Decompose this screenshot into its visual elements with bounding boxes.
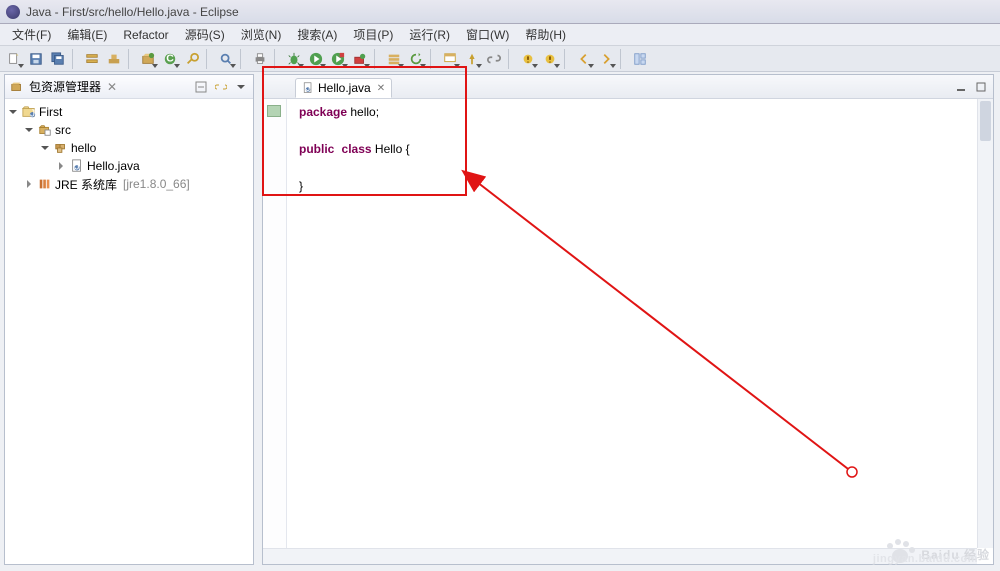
close-tab-icon[interactable]: ✕	[375, 83, 385, 94]
editor-tab-hello[interactable]: J Hello.java ✕	[295, 78, 392, 98]
menu-navigate[interactable]: 浏览(N)	[233, 24, 290, 45]
next-annotation-button[interactable]	[518, 49, 538, 69]
java-project-icon: J	[21, 104, 37, 120]
save-all-button[interactable]	[48, 49, 68, 69]
editor-gutter[interactable]	[263, 99, 287, 564]
svg-text:J: J	[74, 161, 79, 173]
menu-help[interactable]: 帮助(H)	[517, 24, 574, 45]
tree-jre-label: JRE 系统库	[55, 176, 117, 193]
new-package-button[interactable]	[138, 49, 158, 69]
menu-project[interactable]: 项目(P)	[345, 24, 401, 45]
package-icon	[53, 140, 69, 156]
tree-src-folder[interactable]: src	[7, 121, 251, 139]
window-title: Java - First/src/hello/Hello.java - Ecli…	[26, 5, 239, 19]
pin-editor-button[interactable]	[462, 49, 482, 69]
forward-button[interactable]	[596, 49, 616, 69]
toggle-breadcrumb-button[interactable]	[82, 49, 102, 69]
code-text: hello;	[347, 105, 379, 119]
new-wizard-button[interactable]	[4, 49, 24, 69]
build-button[interactable]	[104, 49, 124, 69]
open-type-button[interactable]	[182, 49, 202, 69]
search-button[interactable]	[216, 49, 236, 69]
code-keyword: class	[342, 142, 372, 156]
open-task-button[interactable]	[440, 49, 460, 69]
menu-file[interactable]: 文件(F)	[4, 24, 59, 45]
eclipse-icon	[6, 5, 20, 19]
source-folder-icon	[37, 122, 53, 138]
menubar: 文件(F) 编辑(E) Refactor 源码(S) 浏览(N) 搜索(A) 项…	[0, 24, 1000, 46]
menu-source[interactable]: 源码(S)	[177, 24, 233, 45]
print-button[interactable]	[250, 49, 270, 69]
code-keyword: package	[299, 105, 347, 119]
menu-refactor[interactable]: Refactor	[115, 26, 176, 44]
tree-src-label: src	[55, 123, 71, 137]
external-tools-button[interactable]	[350, 49, 370, 69]
run-last-button[interactable]	[328, 49, 348, 69]
menu-run[interactable]: 运行(R)	[401, 24, 458, 45]
editor-area: J Hello.java ✕ package hello; public cla…	[262, 74, 994, 565]
svg-text:C: C	[166, 52, 174, 64]
new-class-button[interactable]: C	[160, 49, 180, 69]
code-text: }	[299, 179, 303, 193]
package-explorer-view: 包资源管理器 ✕ J First src hello	[4, 74, 254, 565]
twisty-expanded-icon[interactable]	[7, 106, 19, 118]
svg-text:J: J	[306, 83, 311, 93]
link-with-editor-button[interactable]	[213, 79, 229, 95]
tree-package-label: hello	[71, 141, 96, 155]
tree-project-label: First	[39, 105, 62, 119]
debug-button[interactable]	[284, 49, 304, 69]
scrollbar-thumb[interactable]	[980, 101, 991, 141]
collapse-all-button[interactable]	[193, 79, 209, 95]
package-explorer-icon	[9, 79, 25, 95]
twisty-expanded-icon[interactable]	[39, 142, 51, 154]
new-server-button[interactable]	[384, 49, 404, 69]
tree-package[interactable]: hello	[7, 139, 251, 157]
perspective-button[interactable]	[630, 49, 650, 69]
minimize-editor-button[interactable]	[953, 79, 969, 95]
link-editor-button[interactable]	[484, 49, 504, 69]
menu-edit[interactable]: 编辑(E)	[59, 24, 115, 45]
java-file-icon: J	[302, 82, 314, 94]
package-explorer-title: 包资源管理器	[29, 78, 101, 95]
back-button[interactable]	[574, 49, 594, 69]
editor-tab-label: Hello.java	[318, 81, 371, 95]
tree-jre-version: [jre1.8.0_66]	[123, 177, 190, 191]
twisty-collapsed-icon[interactable]	[55, 160, 67, 172]
code-editor[interactable]: package hello; public class Hello { }	[291, 99, 977, 548]
tree-file-label: Hello.java	[87, 159, 140, 173]
code-text: Hello {	[372, 142, 410, 156]
main-toolbar: C	[0, 46, 1000, 72]
library-icon	[37, 176, 53, 192]
twisty-expanded-icon[interactable]	[23, 124, 35, 136]
vertical-scrollbar[interactable]	[977, 99, 993, 548]
close-view-icon[interactable]: ✕	[107, 80, 117, 94]
package-explorer-header: 包资源管理器 ✕	[5, 75, 253, 99]
horizontal-scrollbar[interactable]	[263, 548, 977, 564]
view-menu-button[interactable]	[233, 79, 249, 95]
save-button[interactable]	[26, 49, 46, 69]
refresh-button[interactable]	[406, 49, 426, 69]
tree-project[interactable]: J First	[7, 103, 251, 121]
java-file-icon: J	[69, 158, 85, 174]
maximize-editor-button[interactable]	[973, 79, 989, 95]
run-button[interactable]	[306, 49, 326, 69]
twisty-collapsed-icon[interactable]	[23, 178, 35, 190]
tree-jre-library[interactable]: JRE 系统库 [jre1.8.0_66]	[7, 175, 251, 193]
menu-window[interactable]: 窗口(W)	[458, 24, 517, 45]
editor-tabstrip: J Hello.java ✕	[263, 75, 993, 99]
gutter-marker-icon	[267, 105, 281, 117]
work-area: 包资源管理器 ✕ J First src hello	[0, 72, 1000, 571]
window-titlebar: Java - First/src/hello/Hello.java - Ecli…	[0, 0, 1000, 24]
tree-java-file[interactable]: J Hello.java	[7, 157, 251, 175]
package-explorer-tree: J First src hello J Hello.java JR	[5, 99, 253, 197]
prev-annotation-button[interactable]	[540, 49, 560, 69]
menu-search[interactable]: 搜索(A)	[289, 24, 345, 45]
svg-text:J: J	[30, 107, 35, 119]
code-keyword: public	[299, 142, 334, 156]
